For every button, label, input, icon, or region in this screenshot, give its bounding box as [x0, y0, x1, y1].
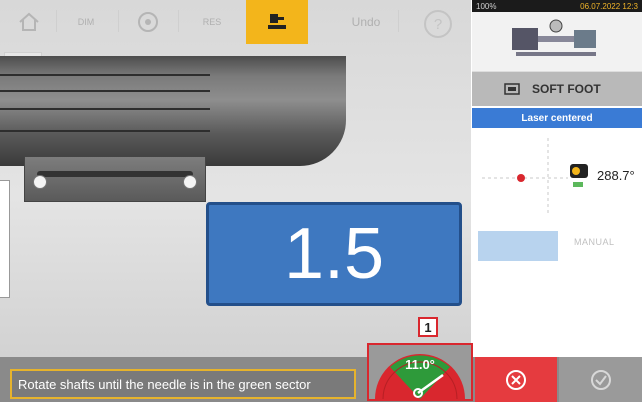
laser-status-banner: Laser centered [472, 108, 642, 128]
home-icon [19, 12, 39, 31]
measure-button[interactable] [130, 4, 166, 40]
confirm-check-icon [590, 369, 611, 390]
callout-number: 1 [424, 319, 432, 335]
dimensions-button[interactable]: DIM [66, 4, 106, 40]
motor-foot [24, 156, 206, 202]
laser-status-text: Laser centered [521, 112, 593, 124]
sensor-angle: 288.7° [597, 168, 635, 183]
measurement-value-display: 1.5 [206, 202, 462, 306]
base-frame [0, 180, 10, 298]
machine-train-icon [512, 19, 596, 56]
gauge-angle: 11.0° [405, 357, 435, 372]
soft-foot-tool-button[interactable] [246, 0, 308, 44]
gauge-dial: 11.0° [375, 354, 465, 399]
measurement-value: 1.5 [283, 214, 385, 294]
dimensions-label: DIM [77, 17, 95, 27]
manual-mode-button[interactable]: MANUAL [574, 237, 615, 247]
top-toolbar: DIM RES Undo ? [0, 0, 471, 46]
cancel-button[interactable] [475, 357, 557, 402]
sensor-angle-readout: 288.7° [597, 168, 635, 183]
machine-thumbnail[interactable] [472, 12, 642, 72]
laser-dot [517, 174, 525, 182]
results-button[interactable]: RES [194, 4, 230, 40]
panel-title-bar: SOFT FOOT [472, 72, 642, 106]
instruction-text: Rotate shafts until the needle is in the… [18, 376, 311, 392]
soft-foot-icon [268, 14, 286, 29]
manual-mode-label: MANUAL [574, 237, 615, 247]
rotate-measure-icon [138, 12, 158, 32]
help-icon: ? [433, 15, 443, 33]
battery-status: 100% [476, 1, 497, 11]
foot-bolt-left[interactable] [33, 175, 47, 189]
callout-badge: 1 [418, 317, 438, 337]
foot-bolt-right[interactable] [183, 175, 197, 189]
device-status-bar: 100% 06.07.2022 12:3 [472, 0, 642, 12]
undo-button[interactable]: Undo [346, 4, 386, 40]
soft-foot-panel-icon [504, 83, 520, 95]
instruction-banner: Rotate shafts until the needle is in the… [10, 369, 356, 399]
cancel-icon [506, 369, 526, 390]
auto-mode-button[interactable] [478, 231, 558, 261]
undo-label: Undo [351, 15, 381, 29]
home-button[interactable] [8, 4, 50, 40]
help-button[interactable]: ? [424, 10, 452, 38]
confirm-button[interactable] [559, 357, 642, 402]
results-label: RES [202, 17, 222, 27]
status-datetime: 06.07.2022 12:3 [580, 1, 638, 11]
rotation-gauge: 11.0° [367, 343, 473, 401]
motor-housing [0, 56, 346, 166]
machine-viewport[interactable]: DIM RES Undo ? 1.5 1 [0, 0, 471, 357]
panel-title: SOFT FOOT [532, 82, 601, 96]
